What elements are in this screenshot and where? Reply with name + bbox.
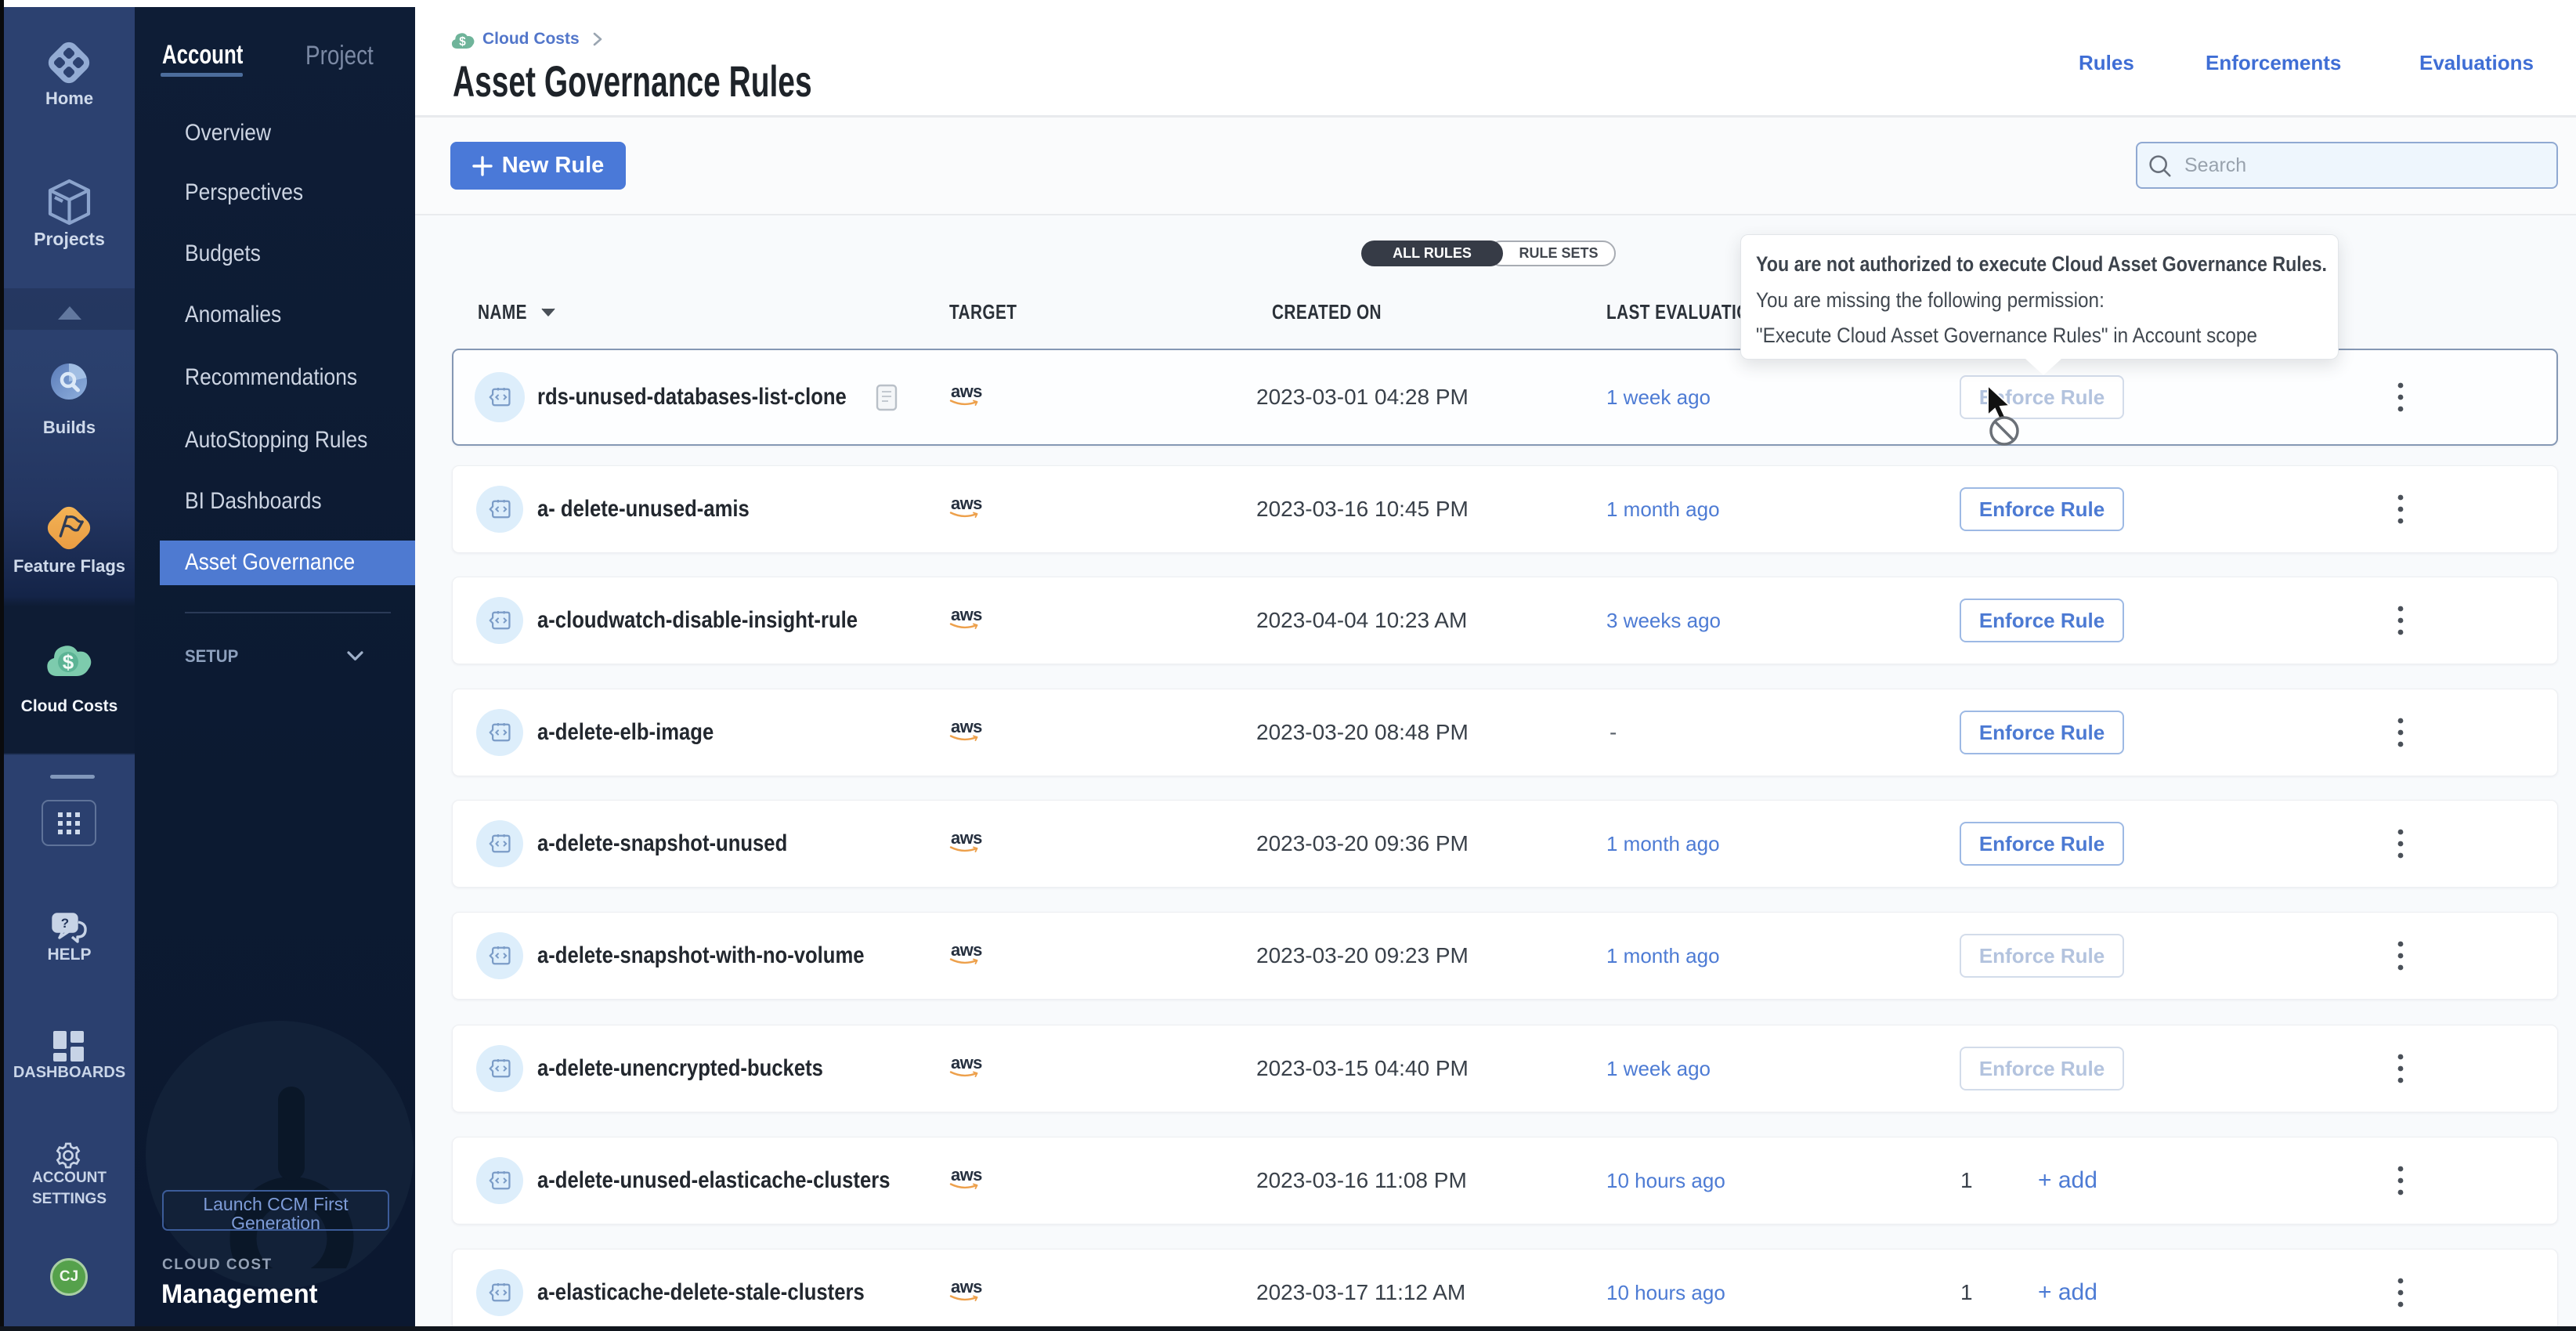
- svg-text:?: ?: [61, 916, 69, 931]
- svg-text:$: $: [63, 650, 74, 674]
- svg-text:$: $: [459, 35, 466, 49]
